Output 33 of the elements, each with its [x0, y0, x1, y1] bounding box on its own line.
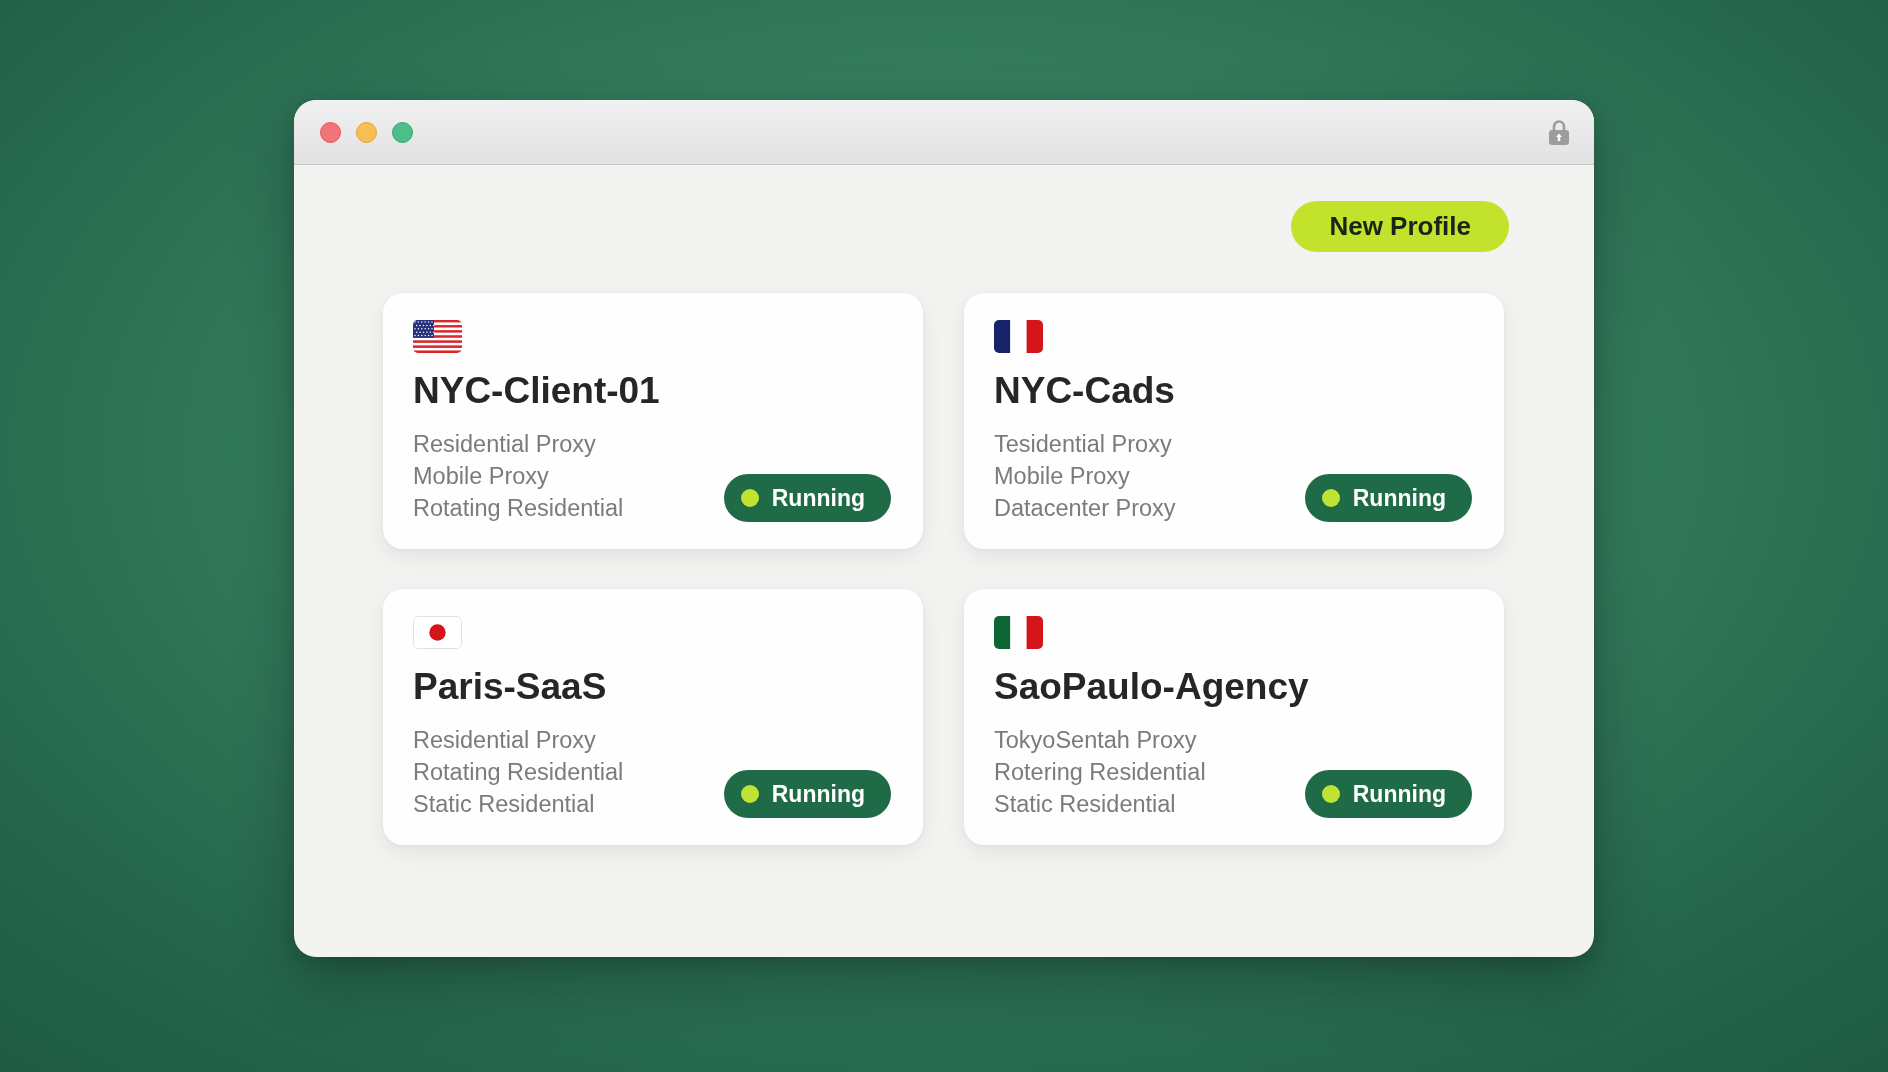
status-dot-icon [740, 489, 759, 507]
status-text: Running [1352, 780, 1446, 808]
proxy-type-text: Rotating Residential [413, 758, 624, 787]
profile-name: Paris-SaaS [413, 665, 607, 709]
proxy-type-text: Mobile Proxy [413, 462, 549, 491]
status-dot-icon [1321, 489, 1340, 507]
us-flag-icon [413, 320, 462, 353]
maximize-button[interactable] [392, 121, 413, 143]
proxy-type-text: Rotating Residential [413, 494, 624, 523]
proxy-type-text: Static Residential [994, 790, 1176, 819]
profile-name: NYC-Cads [994, 369, 1175, 413]
proxy-type-text: Mobile Proxy [994, 462, 1130, 491]
proxy-type-text: Residential Proxy [413, 430, 596, 459]
minimize-button[interactable] [356, 121, 377, 143]
status-dot-icon [740, 785, 759, 803]
france-flag-icon [994, 320, 1043, 353]
profile-name: NYC-Client-01 [413, 369, 660, 413]
proxy-type-text: TokyoSentah Proxy [994, 726, 1197, 755]
japan-flag-icon [413, 616, 462, 649]
proxy-type-text: Rotering Residential [994, 758, 1206, 787]
proxy-type-text: Static Residential [413, 790, 595, 819]
status-text: Running [771, 484, 865, 512]
proxy-type-text: Tesidential Proxy [994, 430, 1172, 459]
close-button[interactable] [320, 121, 341, 143]
proxy-type-text: Datacenter Proxy [994, 494, 1176, 523]
lock-icon [1549, 119, 1569, 145]
status-text: Running [771, 780, 865, 808]
proxy-type-text: Residential Proxy [413, 726, 596, 755]
italy-flag-icon [994, 616, 1043, 649]
new-profile-button[interactable]: New Profile [1291, 201, 1509, 252]
status-text: Running [1352, 484, 1446, 512]
status-dot-icon [1321, 785, 1340, 803]
profile-name: SaoPaulo-Agency [994, 665, 1309, 709]
